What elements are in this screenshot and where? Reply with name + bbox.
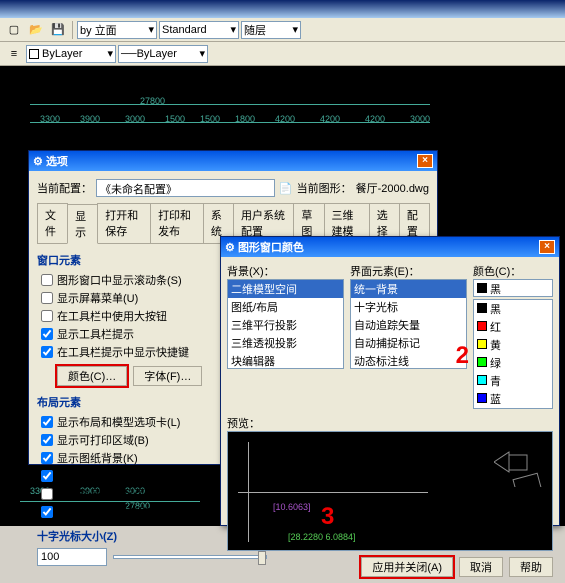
coord-readout: [28.2280 6.0884] <box>288 532 356 542</box>
save-icon[interactable]: 💾 <box>48 20 68 40</box>
current-config-combo[interactable]: 《未命名配置》 <box>96 179 275 197</box>
context-label: 背景(X)： <box>227 263 344 279</box>
new-icon[interactable]: ▢ <box>4 20 24 40</box>
list-item: 自动追踪矢量 <box>351 316 466 334</box>
list-item: 图纸/布局 <box>228 298 343 316</box>
annotation-3: 3 <box>321 503 334 531</box>
dialog-titlebar[interactable]: ⚙ 选项 × <box>29 151 437 171</box>
fonts-button[interactable]: 字体(F)… <box>133 366 202 386</box>
current-drawing-label: 当前图形： <box>297 180 352 196</box>
color-combo[interactable]: ByLayer▾ <box>26 45 116 63</box>
list-item: 三维平行投影 <box>228 316 343 334</box>
list-item: 青 <box>474 372 552 390</box>
annotation-2: 2 <box>456 342 469 370</box>
toolbar-1: ▢ 📂 💾 by 立面▾ Standard▾ 随层▾ <box>0 18 565 42</box>
drawing-icon: 📄 <box>279 182 293 195</box>
color-combo[interactable]: 黑 <box>473 279 553 297</box>
close-icon[interactable]: × <box>417 154 433 168</box>
colors-dialog: ⚙ 图形窗口颜色 × 背景(X)： 二维模型空间 图纸/布局 三维平行投影 三维… <box>220 236 560 526</box>
cancel-button[interactable]: 取消 <box>459 557 503 577</box>
current-config-label: 当前配置： <box>37 180 92 196</box>
close-icon[interactable]: × <box>539 240 555 254</box>
list-item: 块编辑器 <box>228 352 343 369</box>
list-item: 绿 <box>474 354 552 372</box>
layer-combo[interactable]: 随层▾ <box>241 21 301 39</box>
dialog-title-text: 图形窗口颜色 <box>238 239 304 255</box>
coord-readout: [10.6063] <box>273 502 311 512</box>
list-item: 黑 <box>474 300 552 318</box>
tab-opensave[interactable]: 打开和保存 <box>97 203 151 243</box>
element-list[interactable]: 统一背景 十字光标 自动追踪矢量 自动捕捉标记 动态标注线 设计工具栏背景 设计… <box>350 279 467 369</box>
dialog-titlebar[interactable]: ⚙ 图形窗口颜色 × <box>221 237 559 257</box>
help-button[interactable]: 帮助 <box>509 557 553 577</box>
tab-plot[interactable]: 打印和发布 <box>150 203 204 243</box>
list-item: 自动捕捉标记 <box>351 334 466 352</box>
list-item: 动态标注线 <box>351 352 466 369</box>
list-item: 二维模型空间 <box>228 280 343 298</box>
standard-combo[interactable]: Standard▾ <box>159 21 239 39</box>
list-item: 红 <box>474 318 552 336</box>
dimension-line <box>30 104 430 105</box>
camera-icon <box>494 447 544 487</box>
preview-label: 预览： <box>227 415 553 431</box>
style-combo[interactable]: by 立面▾ <box>77 21 157 39</box>
list-item: 洋红 <box>474 408 552 409</box>
linetype-combo[interactable]: ── ByLayer▾ <box>118 45 208 63</box>
list-item: 黄 <box>474 336 552 354</box>
current-drawing-name: 餐厅-2000.dwg <box>356 180 429 196</box>
color-list[interactable]: 黑 红 黄 绿 青 蓝 洋红 白 选择颜色… <box>473 299 553 409</box>
preview-area: [10.6063] [28.2280 6.0884] <box>227 431 553 551</box>
dimension-line <box>30 122 430 123</box>
list-item: 三维透视投影 <box>228 334 343 352</box>
app-titlebar <box>0 0 565 18</box>
tab-display[interactable]: 显示 <box>67 204 98 244</box>
open-icon[interactable]: 📂 <box>26 20 46 40</box>
list-item: 蓝 <box>474 390 552 408</box>
color-label: 颜色(C)： <box>473 263 553 279</box>
list-item: 统一背景 <box>351 280 466 298</box>
colors-button[interactable]: 颜色(C)… <box>57 366 127 386</box>
context-list[interactable]: 二维模型空间 图纸/布局 三维平行投影 三维透视投影 块编辑器 命令行 打印预览 <box>227 279 344 369</box>
layer-icon[interactable]: ≡ <box>4 44 24 64</box>
toolbar-2: ≡ ByLayer▾ ── ByLayer▾ <box>0 42 565 66</box>
dialog-title-text: 选项 <box>46 153 68 169</box>
element-label: 界面元素(E)： <box>350 263 467 279</box>
apply-close-button[interactable]: 应用并关闭(A) <box>361 557 453 577</box>
crosshair-size-input[interactable] <box>37 548 107 566</box>
dialog-icon: ⚙ <box>33 155 43 168</box>
tab-file[interactable]: 文件 <box>37 203 68 243</box>
dialog-icon: ⚙ <box>225 241 235 254</box>
list-item: 十字光标 <box>351 298 466 316</box>
